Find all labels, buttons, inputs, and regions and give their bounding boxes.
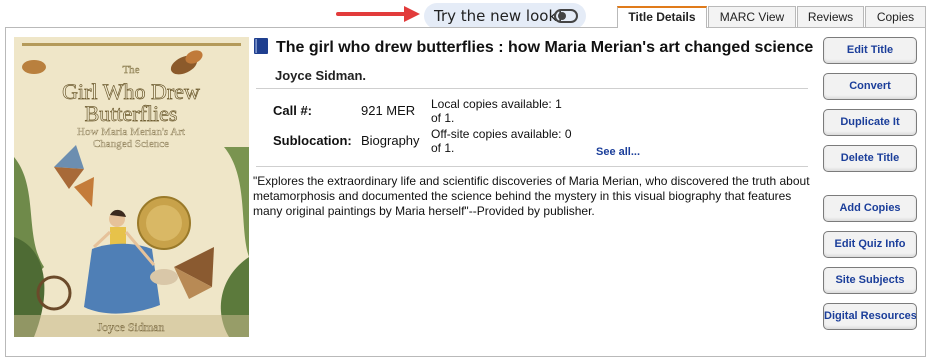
cover-title-line1: The: [122, 64, 139, 76]
tab-title-details[interactable]: Title Details: [617, 6, 707, 28]
add-copies-button[interactable]: Add Copies: [823, 195, 917, 222]
divider-top: [256, 88, 808, 89]
digital-resources-button[interactable]: Digital Resources: [823, 303, 917, 330]
cover-subtitle-line1: How Maria Merian's Art: [77, 126, 185, 138]
try-new-look-toggle[interactable]: Try the new look!: [424, 3, 586, 29]
cover-author: Joyce Sidman: [98, 320, 165, 334]
local-copies-line2: of 1.: [431, 111, 455, 125]
site-subjects-button[interactable]: Site Subjects: [823, 267, 917, 294]
offsite-copies-line1: Off-site copies available: 0: [431, 127, 572, 141]
book-icon: [254, 38, 268, 54]
call-number-value: 921 MER: [361, 103, 416, 118]
sublocation-label: Sublocation:: [273, 133, 352, 148]
toggle-switch[interactable]: [554, 9, 578, 23]
duplicate-it-button[interactable]: Duplicate It: [823, 109, 917, 136]
book-cover-image: The Girl Who Drew Butterflies How Maria …: [14, 37, 249, 337]
record-author[interactable]: Joyce Sidman.: [275, 68, 366, 83]
sublocation-value: Biography: [361, 133, 420, 148]
offsite-copies-line2: of 1.: [431, 141, 455, 155]
divider-bottom: [256, 166, 808, 167]
convert-button[interactable]: Convert: [823, 73, 917, 100]
edit-quiz-info-button[interactable]: Edit Quiz Info: [823, 231, 917, 258]
delete-title-button[interactable]: Delete Title: [823, 145, 917, 172]
cover-subtitle-line2: Changed Science: [93, 138, 169, 150]
local-copies-line1: Local copies available: 1: [431, 97, 562, 111]
pointer-arrow-icon: [336, 6, 420, 22]
summary-text: "Explores the extraordinary life and sci…: [253, 174, 810, 218]
tab-marc-view[interactable]: MARC View: [708, 6, 796, 27]
cover-title-line3: Butterflies: [85, 101, 178, 126]
tab-copies[interactable]: Copies: [865, 6, 926, 27]
edit-title-button[interactable]: Edit Title: [823, 37, 917, 64]
try-new-look-label: Try the new look!: [434, 7, 564, 25]
see-all-link[interactable]: See all...: [596, 146, 640, 158]
tab-reviews[interactable]: Reviews: [797, 6, 864, 27]
record-title: The girl who drew butterflies : how Mari…: [276, 39, 814, 56]
call-number-label: Call #:: [273, 103, 313, 118]
local-copies-text: Local copies available: 1 of 1.: [431, 97, 591, 125]
offsite-copies-text: Off-site copies available: 0 of 1.: [431, 127, 591, 155]
toggle-knob: [558, 12, 566, 20]
